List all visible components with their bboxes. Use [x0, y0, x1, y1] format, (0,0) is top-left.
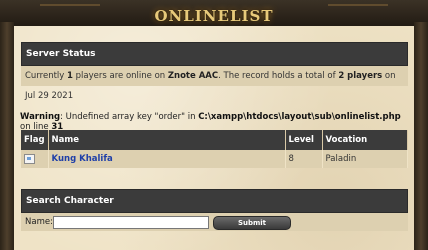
search-character-box: Search Character Name: Submit: [21, 189, 408, 231]
search-form: Name: Submit: [21, 213, 408, 231]
column-header-level: Level: [285, 130, 323, 150]
search-name-input[interactable]: [53, 216, 209, 229]
server-status-text: Currently 1 players are online on Znote …: [21, 66, 408, 101]
record-players: 2 players: [338, 71, 383, 81]
php-warning: Warning: Undefined array key "order" in …: [20, 112, 414, 132]
broken-flag-image-icon: [24, 153, 35, 164]
page-content: Server Status Currently 1 players are on…: [14, 26, 414, 250]
name-cell: Kung Khalifa: [48, 150, 286, 168]
submit-button[interactable]: Submit: [213, 216, 291, 230]
search-name-label: Name:: [25, 217, 53, 227]
table-row: Kung Khalifa 8 Paladin: [21, 150, 409, 168]
frame-side-left: [0, 22, 14, 250]
flag-cell: [21, 150, 49, 168]
column-header-name: Name: [48, 130, 286, 150]
server-status-box: Server Status Currently 1 players are on…: [21, 42, 408, 101]
warning-label: Warning: [20, 112, 61, 122]
online-players-table: Flag Name Level Vocation Kung Khalifa 8 …: [21, 130, 409, 168]
column-header-flag: Flag: [21, 130, 49, 150]
player-name-link[interactable]: Kung Khalifa: [52, 154, 113, 164]
warning-text: : Undefined array key "order" in: [60, 112, 199, 122]
status-text-part: . The record holds a total of: [218, 71, 339, 81]
window-title: ONLINELIST: [154, 7, 274, 25]
status-text-part: Currently: [25, 71, 68, 81]
warning-path: C:\xampp\htdocs\layout\sub\onlinelist.ph…: [198, 112, 401, 122]
vocation-cell: Paladin: [322, 150, 409, 168]
level-cell: 8: [285, 150, 323, 168]
search-character-heading: Search Character: [21, 189, 408, 213]
server-status-heading: Server Status: [21, 42, 408, 66]
table-header-row: Flag Name Level Vocation: [21, 130, 409, 150]
server-name: Znote AAC: [167, 71, 219, 81]
column-header-vocation: Vocation: [322, 130, 409, 150]
frame-side-right: [414, 22, 428, 250]
status-text-part: players are online on: [72, 71, 168, 81]
